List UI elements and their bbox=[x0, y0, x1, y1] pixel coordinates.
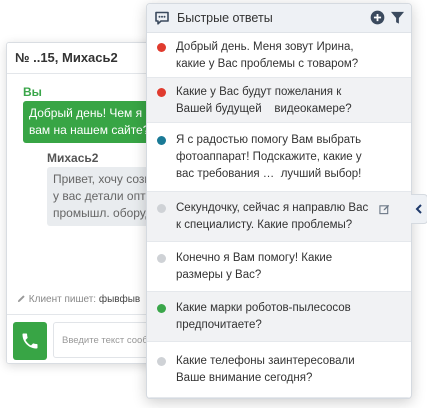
quick-answer-item[interactable]: Конечно я Вам помогу! Какие размеры у Ва… bbox=[147, 242, 411, 292]
status-dot bbox=[157, 357, 166, 366]
quick-answers-panel: Быстрые ответы Добрый день. Меня зовут И… bbox=[146, 3, 427, 399]
chat-title: № ..15, Михась2 bbox=[15, 50, 118, 65]
quick-answer-text: Добрый день. Меня зовут Ирина, какие у В… bbox=[176, 41, 359, 70]
edit-icon[interactable] bbox=[379, 204, 390, 215]
typing-label: Клиент пишет: bbox=[28, 294, 97, 305]
quick-answer-item[interactable]: Добрый день. Меня зовут Ирина, какие у В… bbox=[147, 33, 411, 78]
quick-answer-item[interactable]: Я с радостью помогу Вам выбрать фотоаппа… bbox=[147, 123, 411, 192]
status-dot bbox=[157, 304, 166, 313]
collapse-panel-button[interactable] bbox=[411, 194, 427, 224]
phone-icon bbox=[22, 333, 38, 349]
plus-circle-icon[interactable] bbox=[370, 10, 385, 30]
typing-text: фывфыв bbox=[98, 294, 141, 305]
quick-answer-text: Я с радостью помогу Вам выбрать фотоаппа… bbox=[176, 134, 362, 180]
quick-answer-item[interactable]: Какие марки роботов-пылесосов предпочита… bbox=[147, 292, 411, 342]
quick-answer-text: Какие телефоны заинтересовали Ваше внима… bbox=[176, 355, 355, 384]
client-message-text: Привет, хочу созв у вас детали опто пром… bbox=[53, 172, 153, 220]
pencil-icon bbox=[17, 295, 25, 303]
quick-answer-text: Какие марки роботов-пылесосов предпочита… bbox=[176, 302, 351, 331]
status-dot bbox=[157, 136, 166, 145]
status-dot bbox=[157, 254, 166, 263]
quick-answers-header: Быстрые ответы bbox=[147, 4, 411, 33]
chat-bubble-icon bbox=[154, 10, 170, 31]
typing-indicator: Клиент пишет: фывфыв bbox=[17, 294, 140, 305]
quick-answer-text: Секундочку, сейчас я направлю Вас к спец… bbox=[176, 202, 369, 231]
quick-answers-list: Добрый день. Меня зовут Ирина, какие у В… bbox=[147, 33, 411, 398]
my-message-text: Добрый день! Чем я вам на нашем сайте? bbox=[29, 106, 150, 137]
quick-answers-title: Быстрые ответы bbox=[177, 11, 273, 25]
client-author-label: Михась2 bbox=[47, 151, 99, 165]
quick-answer-text: Какие у Вас будут пожелания к Вашей буду… bbox=[176, 86, 352, 115]
quick-answer-item[interactable]: Какие у Вас будут пожелания к Вашей буду… bbox=[147, 78, 411, 123]
status-dot bbox=[157, 88, 166, 97]
call-button[interactable] bbox=[13, 322, 47, 360]
chevron-left-icon bbox=[415, 204, 422, 214]
quick-answer-item[interactable]: Какие телефоны заинтересовали Ваше внима… bbox=[147, 342, 411, 398]
filter-icon[interactable] bbox=[390, 11, 405, 30]
status-dot bbox=[157, 204, 166, 213]
quick-answer-text: Конечно я Вам помогу! Какие размеры у Ва… bbox=[176, 252, 333, 281]
status-dot bbox=[157, 43, 166, 52]
quick-answer-item[interactable]: Секундочку, сейчас я направлю Вас к спец… bbox=[147, 192, 411, 242]
my-author-label: Вы bbox=[23, 85, 42, 99]
